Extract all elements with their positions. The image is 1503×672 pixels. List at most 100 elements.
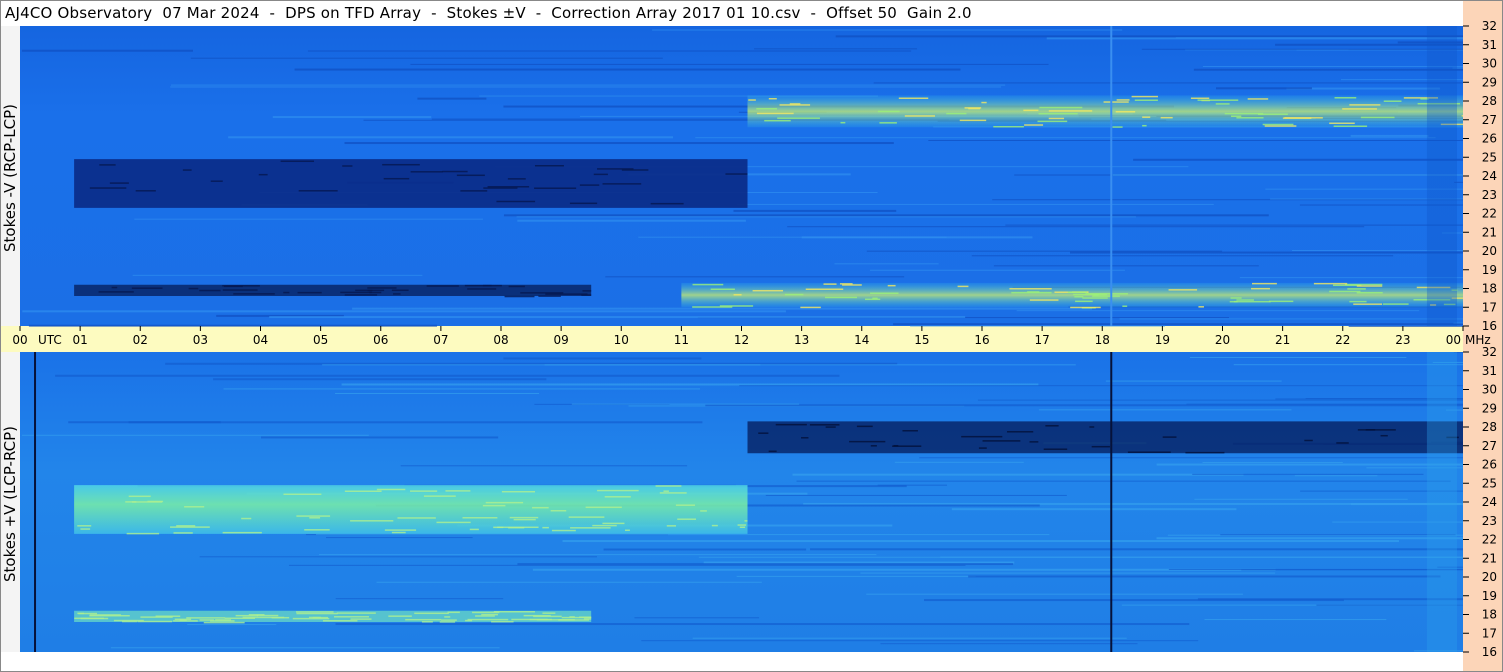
channel-streak (880, 643, 1138, 645)
speckle (1115, 111, 1136, 113)
channel-streak (503, 214, 1269, 217)
speckle (391, 531, 406, 534)
channel-streak (971, 255, 1394, 257)
speckle (508, 285, 525, 288)
y-tick-label: 23 (1482, 514, 1497, 528)
channel-streak (866, 593, 1243, 595)
channel-streak (835, 35, 1463, 38)
speckle (344, 490, 382, 492)
speckle (1349, 104, 1381, 106)
speckle (1024, 124, 1044, 126)
speckle (1233, 300, 1271, 303)
speckle (1313, 282, 1348, 285)
speckle (1127, 451, 1171, 453)
y-tick-label: 22 (1482, 207, 1497, 221)
speckle (957, 285, 969, 288)
speckle (597, 168, 634, 170)
channel-streak (417, 97, 487, 100)
channel-streak (754, 48, 918, 50)
speckle (1357, 429, 1396, 431)
speckle (593, 173, 608, 176)
speckle (99, 164, 116, 166)
speckle (1215, 103, 1230, 105)
speckle (482, 504, 506, 507)
speckle (898, 97, 929, 100)
channel-streak (796, 480, 1451, 482)
channel-streak (1202, 462, 1343, 464)
channel-streak (294, 68, 961, 71)
speckle (1009, 288, 1052, 290)
column-shade (1426, 26, 1457, 326)
channel-streak (792, 473, 1244, 476)
y-tick-label: 18 (1482, 608, 1497, 622)
channel-streak (695, 137, 1436, 139)
speckle (1103, 101, 1129, 103)
speckle (304, 529, 330, 531)
speckle (968, 107, 981, 110)
speckle (1334, 97, 1357, 99)
channel-streak (1215, 87, 1312, 90)
speckle (529, 618, 552, 621)
speckle (1198, 306, 1204, 308)
speckle (410, 490, 438, 492)
speckle (825, 296, 857, 299)
x-tick-label: 12 (734, 333, 749, 347)
speckle (542, 526, 549, 529)
channel-streak (1119, 318, 1463, 320)
speckle (737, 524, 747, 526)
speckle (739, 526, 746, 528)
speckle (248, 614, 265, 616)
channel-streak (834, 263, 939, 265)
channel-streak (1105, 380, 1282, 382)
speckle (1304, 439, 1313, 442)
speckle (675, 504, 696, 506)
channel-streak (517, 563, 1014, 566)
speckle (978, 447, 987, 449)
speckle (1023, 109, 1039, 112)
channel-streak (1189, 357, 1407, 359)
speckle (1380, 434, 1388, 437)
channel-streak (910, 325, 1165, 327)
speckle (203, 621, 245, 624)
speckle (1230, 297, 1242, 299)
speckle (481, 613, 498, 616)
speckle (1461, 115, 1463, 117)
speckle (111, 286, 118, 289)
channel-streak (22, 434, 369, 436)
channel-streak (517, 219, 746, 222)
panel-stokes-minus-v (20, 26, 1463, 327)
y-tick-label: 19 (1482, 589, 1497, 603)
speckle (222, 285, 260, 287)
speckle (1082, 297, 1108, 299)
channel-streak (288, 564, 966, 566)
channel-streak (737, 203, 1214, 205)
x-tick-label: 04 (253, 333, 268, 347)
channel-streak (171, 84, 1006, 86)
channel-streak (810, 548, 1463, 551)
speckle (485, 501, 524, 504)
y-tick-label: 18 (1482, 282, 1497, 296)
speckle (650, 202, 684, 205)
speckle (666, 525, 677, 527)
x-tick-label: 10 (614, 333, 629, 347)
x-tick-label: 08 (493, 333, 508, 347)
channel-streak (199, 556, 597, 558)
speckle (391, 289, 409, 292)
speckle (1142, 124, 1147, 127)
speckle (959, 119, 987, 122)
channel-streak (1038, 409, 1292, 411)
speckle (78, 612, 98, 615)
speckle (383, 177, 410, 180)
channel-streak (1202, 65, 1463, 67)
channel-streak (1350, 134, 1429, 137)
speckle (840, 121, 846, 124)
channel-streak (1141, 48, 1463, 50)
speckle (624, 529, 630, 532)
y-tick-label: 21 (1482, 551, 1497, 565)
speckle (184, 506, 205, 508)
speckle (825, 426, 836, 428)
y-tick-label: 32 (1482, 345, 1497, 359)
speckle (393, 293, 401, 295)
speckle (135, 190, 156, 192)
channel-streak (977, 399, 1463, 401)
